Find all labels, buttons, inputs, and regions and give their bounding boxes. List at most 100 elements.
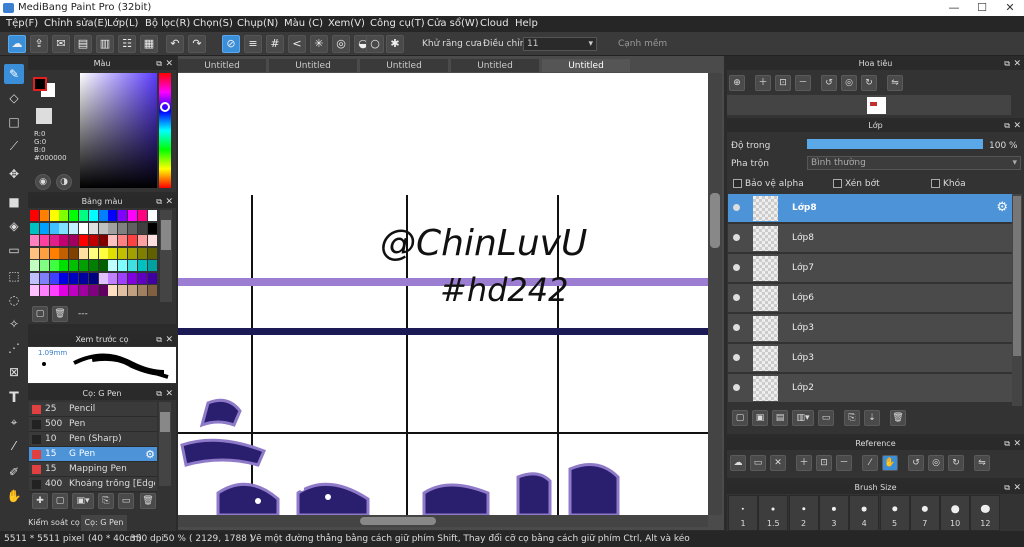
palette-swatch[interactable] bbox=[69, 260, 79, 271]
palette-swatch[interactable] bbox=[98, 210, 108, 221]
palette-swatch[interactable] bbox=[98, 222, 108, 234]
vertical-scroll-thumb[interactable] bbox=[710, 193, 720, 248]
menu-view[interactable]: Xem(V) bbox=[328, 18, 365, 29]
eraser-tool-icon[interactable]: ◇ bbox=[4, 88, 24, 108]
redo-icon[interactable]: ↷ bbox=[188, 35, 206, 53]
vanishing-snap-icon[interactable]: < bbox=[288, 35, 306, 53]
layer-row[interactable]: Lớp3 bbox=[728, 314, 1012, 343]
palette-swatch[interactable] bbox=[30, 285, 39, 296]
lock-checkbox[interactable] bbox=[931, 179, 940, 188]
zoom-out-icon[interactable]: － bbox=[795, 75, 811, 91]
palette-swatch[interactable] bbox=[137, 272, 147, 284]
palette-swatch[interactable] bbox=[98, 260, 108, 271]
brush-list-item[interactable]: 25 Pencil bbox=[29, 402, 157, 417]
palette-swatch[interactable] bbox=[118, 247, 128, 259]
palette-swatch[interactable] bbox=[137, 222, 147, 234]
palette-swatch[interactable] bbox=[79, 222, 88, 234]
zoom-in-icon[interactable]: ＋ bbox=[755, 75, 771, 91]
layer-row[interactable]: Lớp6 bbox=[728, 284, 1012, 313]
layer-row[interactable]: Lớp8 bbox=[728, 224, 1012, 253]
ellipse-snap-icon[interactable]: ○ bbox=[366, 35, 384, 53]
palette-swatch[interactable] bbox=[79, 260, 88, 271]
brush-list-item[interactable]: 10 Pen (Sharp) bbox=[29, 432, 157, 447]
palette-grid[interactable] bbox=[30, 210, 158, 302]
lasso-tool-icon[interactable]: ◌ bbox=[4, 290, 24, 310]
clipping-checkbox[interactable] bbox=[833, 179, 842, 188]
palette-swatch[interactable] bbox=[59, 272, 69, 284]
adjust-select[interactable]: 11 ▾ bbox=[523, 37, 597, 51]
palette-swatch[interactable] bbox=[137, 285, 147, 296]
palette-swatch[interactable] bbox=[137, 210, 147, 221]
menu-file[interactable]: Tệp(F) bbox=[6, 18, 38, 29]
close-icon[interactable]: ✕ bbox=[1013, 58, 1021, 70]
minimize-button[interactable]: — bbox=[940, 0, 968, 16]
palette-swatch[interactable] bbox=[30, 260, 39, 271]
palette-swatch[interactable] bbox=[147, 210, 157, 221]
tab-document-2[interactable]: Untitled bbox=[269, 58, 357, 72]
cloud-download-icon[interactable]: ☁ bbox=[730, 455, 746, 471]
palette-swatch[interactable] bbox=[98, 272, 108, 284]
palette-swatch[interactable] bbox=[137, 260, 147, 271]
palette-swatch[interactable] bbox=[69, 210, 79, 221]
radial-snap-icon[interactable]: ✳ bbox=[310, 35, 328, 53]
palette-swatch[interactable] bbox=[108, 222, 118, 234]
text-tool-icon[interactable]: T bbox=[4, 388, 24, 408]
layer-row[interactable]: Lớp8 ⚙ bbox=[728, 194, 1012, 223]
new-1bit-layer-icon[interactable]: ▤ bbox=[772, 410, 788, 426]
palette-swatch[interactable] bbox=[39, 272, 49, 284]
palette-swatch[interactable] bbox=[108, 247, 118, 259]
float-icon[interactable]: ⧉ bbox=[156, 334, 162, 346]
palette-swatch[interactable] bbox=[49, 222, 59, 234]
tab-document-1[interactable]: Untitled bbox=[178, 58, 266, 72]
brush-size-cell[interactable]: 10 bbox=[940, 495, 971, 531]
close-icon[interactable]: ✕ bbox=[165, 196, 173, 208]
fit-window-icon[interactable]: ⊡ bbox=[775, 75, 791, 91]
palette-swatch[interactable] bbox=[128, 235, 137, 246]
blur-tool-icon[interactable]: ✐ bbox=[4, 462, 24, 482]
snap-off-icon[interactable]: ⊘ bbox=[222, 35, 240, 53]
palette-swatch[interactable] bbox=[39, 210, 49, 221]
palette-swatch[interactable] bbox=[39, 235, 49, 246]
palette-swatch[interactable] bbox=[30, 235, 39, 246]
palette-swatch[interactable] bbox=[128, 272, 137, 284]
brush-size-cell[interactable]: 12 bbox=[970, 495, 1001, 531]
flip-icon[interactable]: ⇋ bbox=[974, 455, 990, 471]
select-rect-tool-icon[interactable]: ⬚ bbox=[4, 266, 24, 286]
palette-swatch[interactable] bbox=[147, 247, 157, 259]
visibility-eye-icon[interactable] bbox=[733, 324, 740, 331]
primary-color-swatch[interactable] bbox=[33, 77, 47, 91]
palette-swatch[interactable] bbox=[59, 235, 69, 246]
rotate-right-icon[interactable]: ↻ bbox=[861, 75, 877, 91]
float-icon[interactable]: ⧉ bbox=[156, 58, 162, 70]
visibility-eye-icon[interactable] bbox=[733, 234, 740, 241]
new-brush-icon[interactable]: ▢ bbox=[52, 493, 68, 509]
copy-brush-icon[interactable]: ⎘ bbox=[98, 493, 114, 509]
trash-icon[interactable]: 🗑 bbox=[140, 493, 156, 509]
palette-swatch[interactable] bbox=[79, 235, 88, 246]
visibility-eye-icon[interactable] bbox=[733, 294, 740, 301]
menu-help[interactable]: Help bbox=[515, 18, 538, 29]
rotate-left-icon[interactable]: ↺ bbox=[821, 75, 837, 91]
palette-scrollbar[interactable] bbox=[160, 210, 172, 302]
visibility-eye-icon[interactable] bbox=[733, 384, 740, 391]
trash-icon[interactable]: 🗑 bbox=[52, 306, 68, 322]
close-icon[interactable]: ✕ bbox=[165, 334, 173, 346]
layer-folder-icon[interactable]: ▭ bbox=[818, 410, 834, 426]
fill-rect-tool-icon[interactable]: ■ bbox=[4, 192, 24, 212]
palette-swatch[interactable] bbox=[108, 210, 118, 221]
visibility-eye-icon[interactable] bbox=[733, 354, 740, 361]
new-layer-icon[interactable]: ▢ bbox=[732, 410, 748, 426]
palette-swatch[interactable] bbox=[147, 222, 157, 234]
palette-swatch[interactable] bbox=[98, 247, 108, 259]
palette-swatch[interactable] bbox=[88, 247, 98, 259]
folder-icon[interactable]: ▭ bbox=[118, 493, 134, 509]
palette-swatch[interactable] bbox=[98, 235, 108, 246]
blend-select[interactable]: Bình thường ▾ bbox=[807, 156, 1021, 170]
flip-icon[interactable]: ⇋ bbox=[887, 75, 903, 91]
rotate-left-icon[interactable]: ↺ bbox=[908, 455, 924, 471]
menu-capture[interactable]: Chụp(N) bbox=[237, 18, 278, 29]
tab-document-4[interactable]: Untitled bbox=[451, 58, 539, 72]
export-icon[interactable]: ⇪ bbox=[30, 35, 48, 53]
layer-scrollbar[interactable] bbox=[1012, 194, 1022, 406]
doc-icon[interactable]: ▥ bbox=[96, 35, 114, 53]
